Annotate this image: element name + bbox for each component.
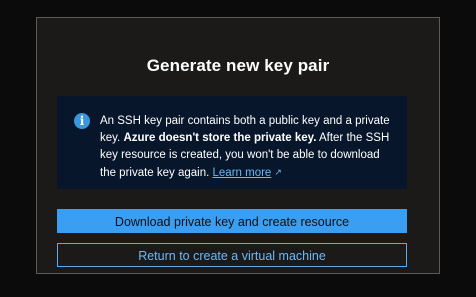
info-icon: i [74, 113, 90, 129]
info-message-text: An SSH key pair contains both a public k… [100, 113, 393, 182]
learn-more-link[interactable]: Learn more [213, 167, 272, 179]
dialog-title: Generate new key pair [146, 56, 330, 75]
download-private-key-button[interactable]: Download private key and create resource [57, 209, 407, 233]
external-link-icon: ↗ [274, 167, 282, 177]
return-to-create-vm-button[interactable]: Return to create a virtual machine [57, 243, 407, 267]
info-message-bar: i An SSH key pair contains both a public… [57, 96, 407, 189]
info-text-bold: Azure doesn't store the private key. [123, 132, 317, 144]
generate-key-pair-dialog: Generate new key pair i An SSH key pair … [36, 17, 440, 274]
